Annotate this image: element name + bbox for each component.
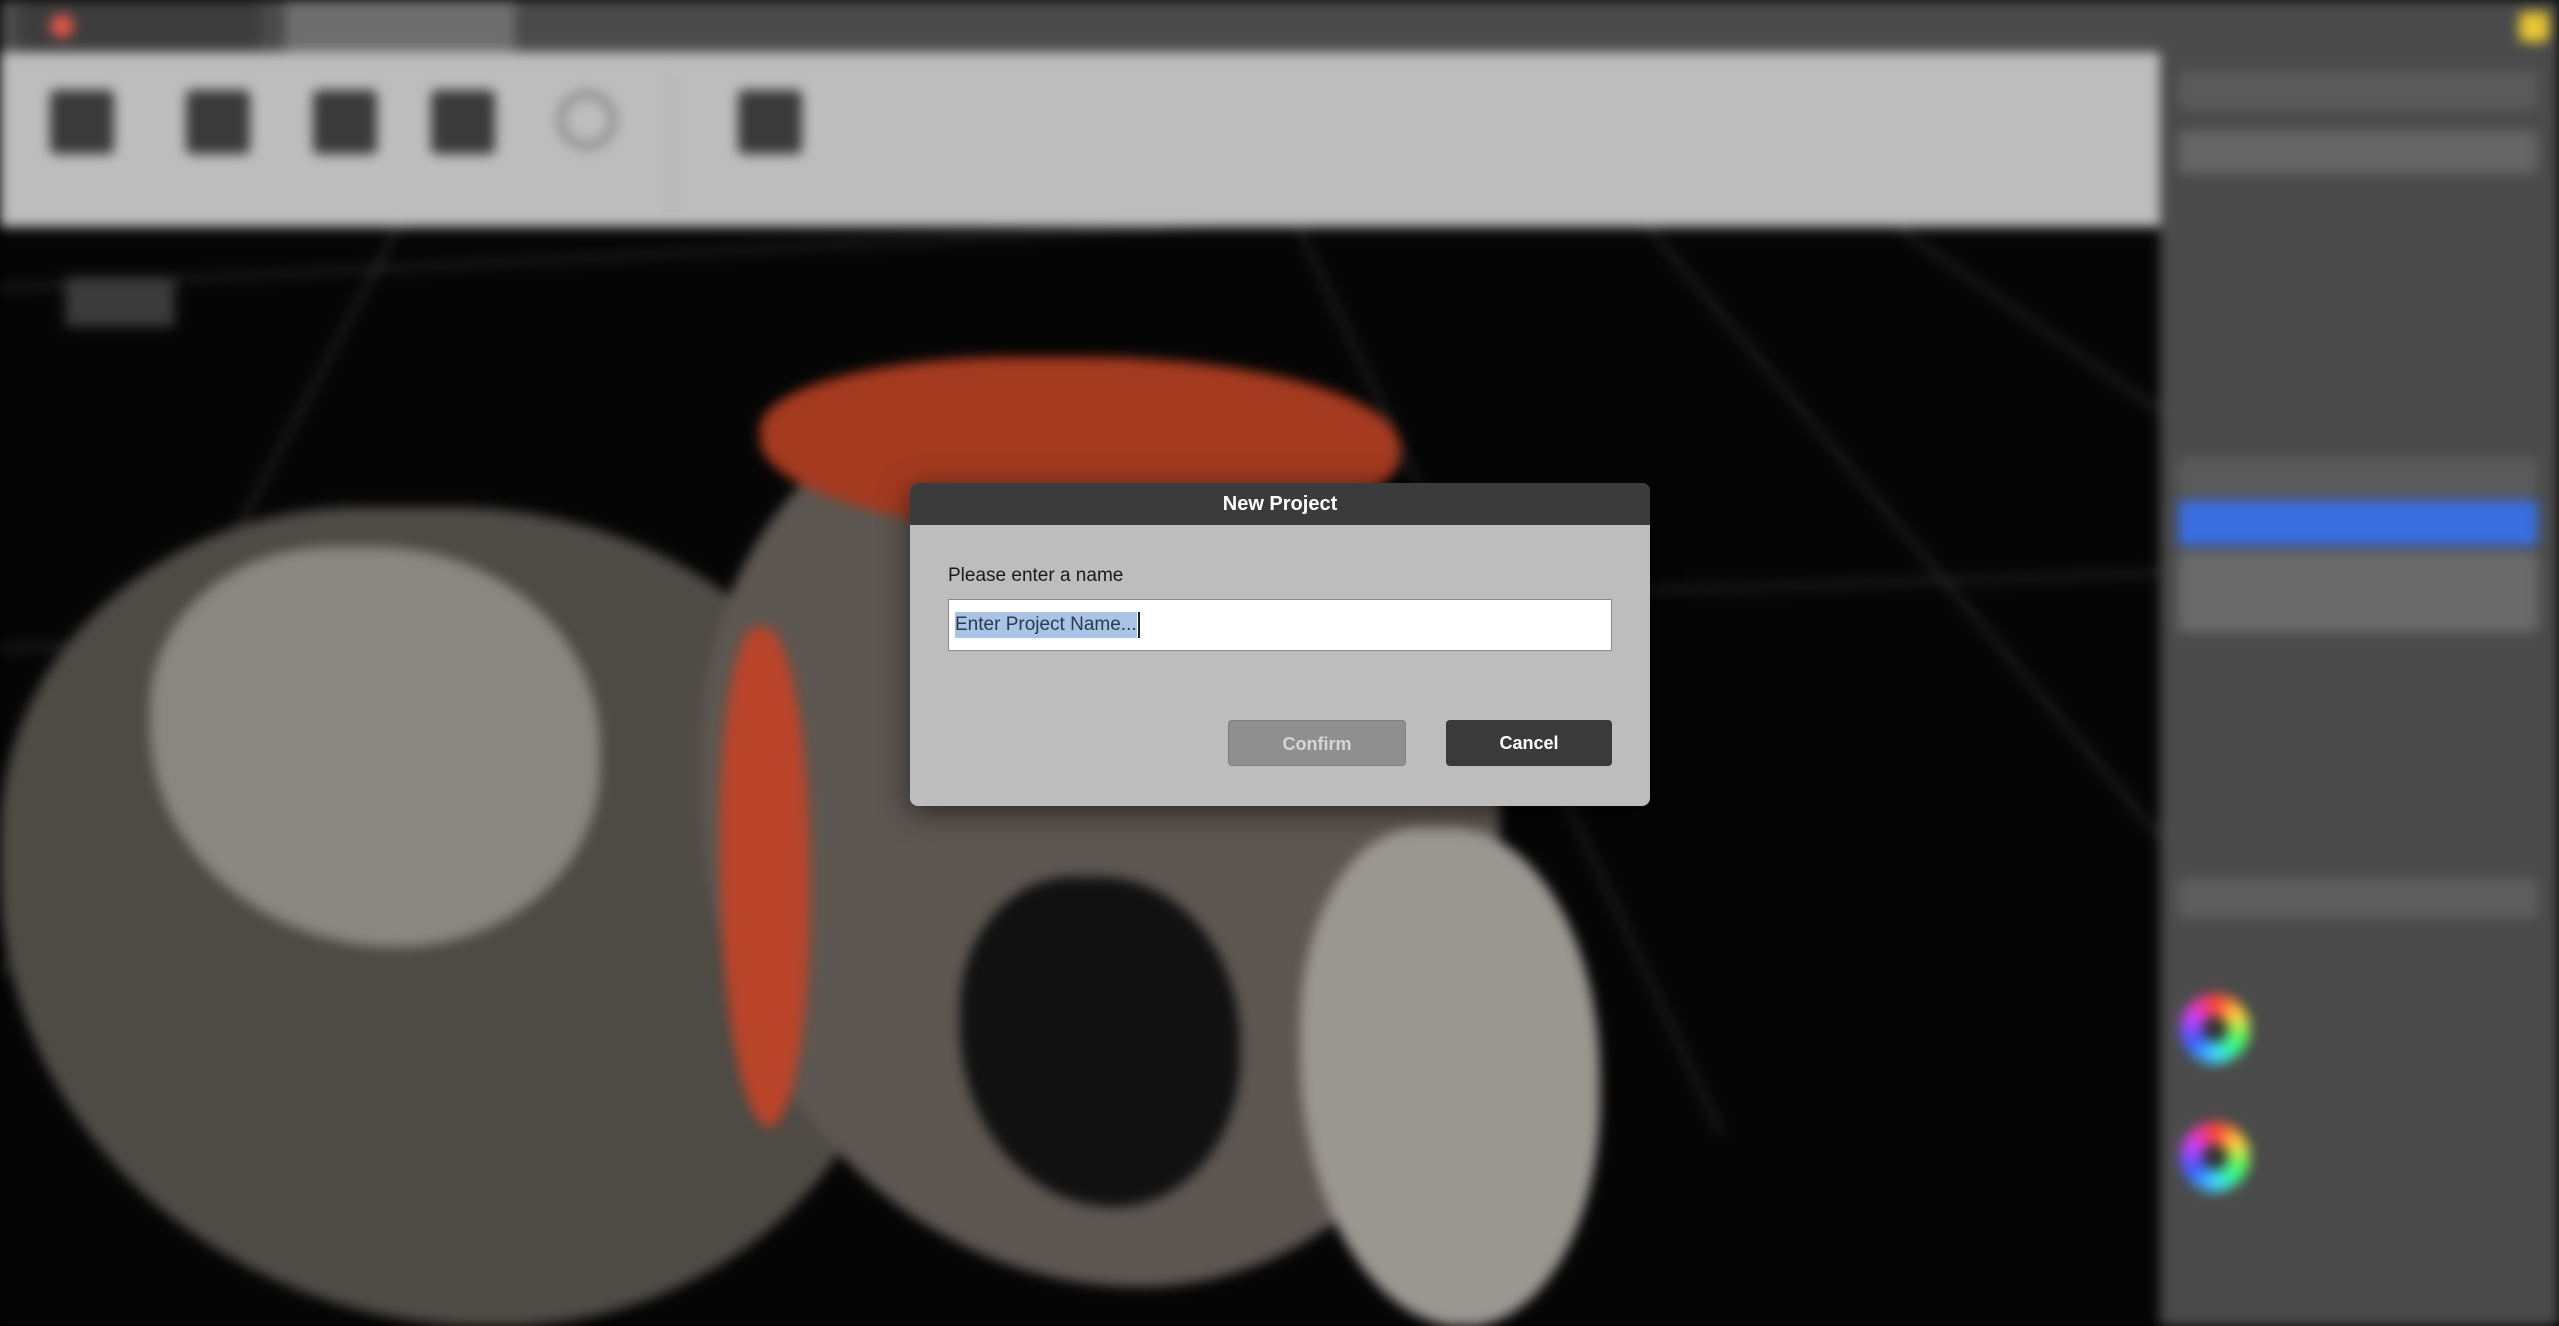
- point-cloud-region: [1300, 827, 1600, 1326]
- tool-button-5[interactable]: [527, 90, 647, 150]
- dialog-prompt: Please enter a name: [948, 565, 1124, 586]
- app-window: New Project Please enter a name Enter Pr…: [0, 0, 2559, 1326]
- user-icon[interactable]: [2519, 12, 2549, 42]
- tool-button-4[interactable]: [403, 90, 523, 154]
- panel-dropdown[interactable]: [2178, 130, 2538, 174]
- panel-button[interactable]: [2178, 878, 2538, 918]
- layer-item-selected[interactable]: [2178, 500, 2538, 546]
- cancel-button[interactable]: Cancel: [1446, 720, 1612, 766]
- right-panel: [2160, 52, 2559, 1326]
- tool-button-1[interactable]: [22, 90, 142, 154]
- panel-header: [2178, 70, 2538, 110]
- view-toggle-button[interactable]: [65, 277, 175, 327]
- tab-active[interactable]: [285, 0, 515, 52]
- tool-button-6[interactable]: [710, 90, 830, 154]
- color-wheel-icon[interactable]: [2180, 994, 2250, 1064]
- project-name-input[interactable]: Enter Project Name...: [948, 599, 1612, 651]
- dataset-icon: [738, 90, 802, 154]
- toolbar-ribbon: [0, 52, 2160, 227]
- tab-2[interactable]: [520, 0, 630, 52]
- color-wheel-icon[interactable]: [2180, 1122, 2250, 1192]
- grid-line: [1898, 227, 2160, 689]
- layer-item[interactable]: [2178, 552, 2538, 632]
- save-icon: [313, 90, 377, 154]
- gear-icon: [557, 90, 617, 150]
- panel-header: [2178, 457, 2538, 497]
- folder-icon: [186, 90, 250, 154]
- tab-app[interactable]: [20, 0, 260, 52]
- confirm-button[interactable]: Confirm: [1228, 720, 1406, 766]
- top-tab-bar: [0, 0, 2559, 52]
- dialog-title: New Project: [910, 483, 1650, 525]
- ribbon-divider: [670, 72, 672, 212]
- grid-line: [0, 227, 2160, 290]
- input-selected-text: Enter Project Name...: [955, 612, 1137, 638]
- grid-line: [1647, 227, 2160, 995]
- folder-icon: [50, 90, 114, 154]
- tab-3[interactable]: [740, 0, 880, 52]
- app-logo-icon: [50, 14, 74, 38]
- text-caret: [1137, 612, 1140, 638]
- tab-4[interactable]: [980, 0, 1170, 52]
- tool-button-2[interactable]: [158, 90, 278, 154]
- tool-button-3[interactable]: [285, 90, 405, 154]
- new-project-dialog: New Project Please enter a name Enter Pr…: [910, 483, 1650, 806]
- save-as-icon: [431, 90, 495, 154]
